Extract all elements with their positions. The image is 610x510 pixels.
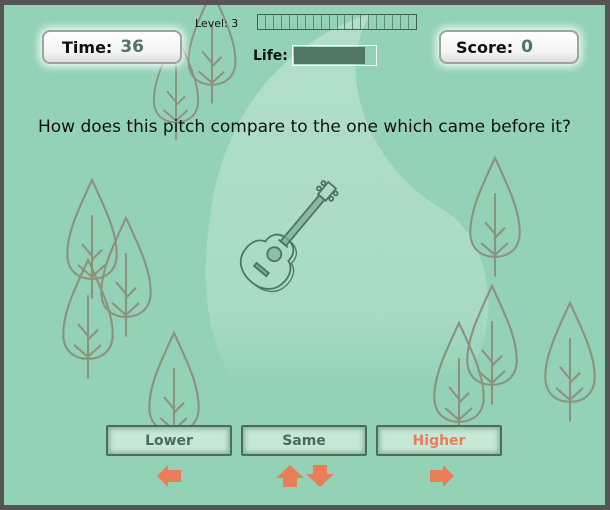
score-label: Score:	[456, 37, 514, 57]
level-segment	[322, 15, 330, 29]
spotlight-shape	[205, 13, 489, 385]
tree	[66, 178, 118, 299]
lower-button[interactable]: Lower	[106, 425, 232, 456]
time-value: 36	[120, 37, 144, 57]
level-segment	[393, 15, 402, 29]
level-segment	[401, 15, 410, 29]
left-arrow-icon	[157, 465, 181, 487]
tree	[100, 216, 152, 337]
level-segment	[385, 15, 394, 29]
right-arrow-icon	[430, 465, 454, 487]
level-segment	[353, 15, 362, 29]
up-down-arrows-icon	[276, 465, 334, 487]
level-segment	[361, 15, 370, 29]
level-segment	[290, 15, 298, 29]
level-progress-bar	[257, 14, 417, 30]
level-segment	[409, 15, 416, 29]
game-stage: Time: 36 Level: 3 Life: Score: 0 How doe…	[4, 5, 605, 505]
level-segment	[258, 15, 266, 29]
level-segment	[274, 15, 282, 29]
time-label: Time:	[62, 37, 113, 57]
level-segment	[298, 15, 306, 29]
same-button[interactable]: Same	[241, 425, 367, 456]
higher-button[interactable]: Higher	[376, 425, 502, 456]
level-segment	[306, 15, 314, 29]
life-bar-fill	[294, 47, 366, 64]
level-segment	[345, 15, 354, 29]
score-value: 0	[521, 37, 533, 57]
level-segment	[266, 15, 274, 29]
level-segment	[314, 15, 322, 29]
level-segment	[369, 15, 378, 29]
level-segment	[377, 15, 386, 29]
question-text: How does this pitch compare to the one w…	[38, 117, 571, 137]
tree	[544, 301, 596, 422]
level-segment	[330, 15, 338, 29]
time-panel: Time: 36	[42, 30, 182, 64]
level-label: Level: 3	[195, 17, 239, 30]
level-segment	[282, 15, 290, 29]
life-label: Life:	[253, 48, 288, 64]
level-segment	[338, 15, 346, 29]
life-bar	[292, 45, 377, 66]
score-panel: Score: 0	[439, 30, 579, 64]
